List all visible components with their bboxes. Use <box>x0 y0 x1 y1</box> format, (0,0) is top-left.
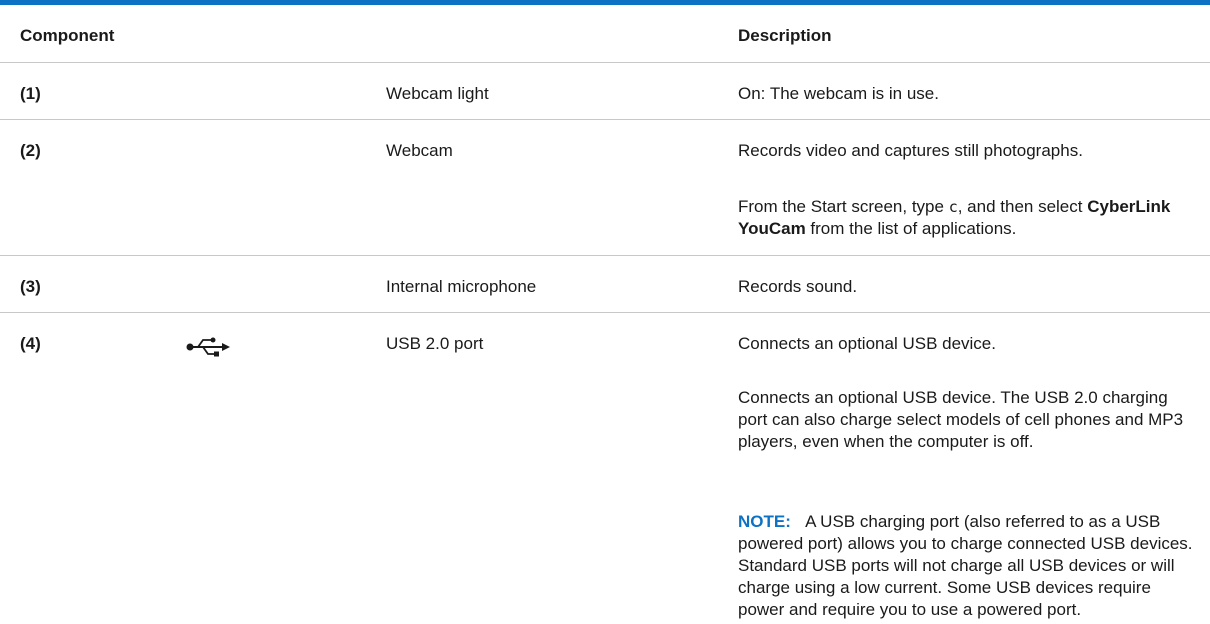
note-label: NOTE: <box>738 512 791 531</box>
row-3-description: Records sound. <box>738 277 858 296</box>
row-4-charging-description: Connects an optional USB device. The USB… <box>738 388 1184 451</box>
table-top-rule <box>0 0 1210 5</box>
instruction-text-middle: , and then select <box>957 197 1088 216</box>
header-divider <box>0 62 1210 63</box>
instruction-text-after: from the list of applications. <box>805 219 1017 238</box>
row-4-description: Connects an optional USB device. <box>738 334 996 353</box>
header-description: Description <box>738 26 832 45</box>
row-4-number: (4) <box>20 334 41 353</box>
row-1-component: Webcam light <box>386 84 489 103</box>
row-4-component: USB 2.0 port <box>386 334 484 353</box>
row-divider <box>0 255 1210 256</box>
row-1-description: On: The webcam is in use. <box>738 84 939 103</box>
row-3-component: Internal microphone <box>386 277 537 296</box>
row-2-component: Webcam <box>386 141 453 160</box>
row-2-description: Records video and captures still photogr… <box>738 141 1083 160</box>
row-divider <box>0 119 1210 120</box>
component-table: Component Description (1) Webcam light O… <box>0 0 1210 624</box>
row-2-start-screen-instruction: From the Start screen, type c, and then … <box>738 196 1200 240</box>
header-component: Component <box>20 26 115 45</box>
row-4-note: NOTE: A USB charging port (also referred… <box>738 511 1200 621</box>
row-2-number: (2) <box>20 141 41 160</box>
row-1-number: (1) <box>20 84 41 103</box>
usb-icon <box>186 337 230 357</box>
instruction-text-before: From the Start screen, type <box>738 197 949 216</box>
note-text: A USB charging port (also referred to as… <box>738 512 1193 619</box>
row-3-number: (3) <box>20 277 41 296</box>
typed-character: c <box>948 198 958 216</box>
row-divider <box>0 312 1210 313</box>
